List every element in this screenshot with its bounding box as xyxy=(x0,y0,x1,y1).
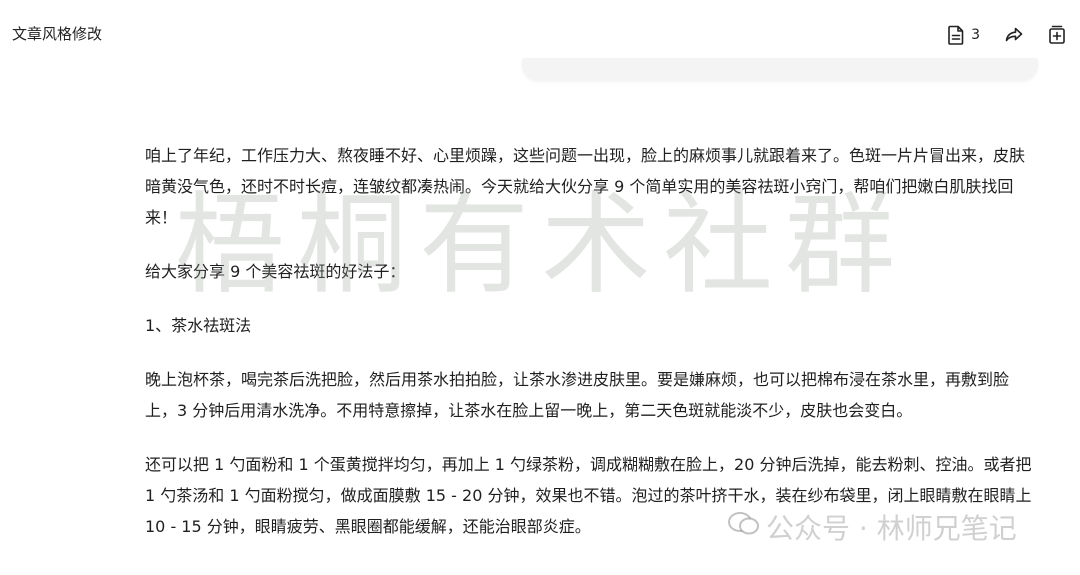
article-subheading: 1、茶水祛斑法 xyxy=(145,316,252,335)
document-count-button[interactable]: 3 xyxy=(947,25,980,45)
toolbar-actions: 3 xyxy=(947,22,1066,48)
page-title: 文章风格修改 xyxy=(12,25,103,43)
share-button[interactable] xyxy=(1004,26,1024,44)
article-paragraph: 还可以把 1 勺面粉和 1 个蛋黄搅拌均匀，再加上 1 勺绿茶粉，调成糊糊敷在脸… xyxy=(145,455,1032,536)
add-note-button[interactable] xyxy=(1048,25,1066,45)
document-icon xyxy=(947,25,965,45)
share-arrow-icon xyxy=(1004,26,1024,44)
previous-message-bubble-edge xyxy=(522,58,1038,80)
article-body: 咱上了年纪，工作压力大、熬夜睡不好、心里烦躁，这些问题一出现，脸上的麻烦事儿就跟… xyxy=(145,140,1037,565)
article-paragraph: 咱上了年纪，工作压力大、熬夜睡不好、心里烦躁，这些问题一出现，脸上的麻烦事儿就跟… xyxy=(145,146,1026,227)
add-note-icon xyxy=(1048,25,1066,45)
article-paragraph: 晚上泡杯茶，喝完茶后洗把脸，然后用茶水拍拍脸，让茶水渗进皮肤里。要是嫌麻烦，也可… xyxy=(145,370,1010,420)
document-count: 3 xyxy=(971,27,980,43)
article-paragraph: 给大家分享 9 个美容祛斑的好法子： xyxy=(145,262,406,281)
